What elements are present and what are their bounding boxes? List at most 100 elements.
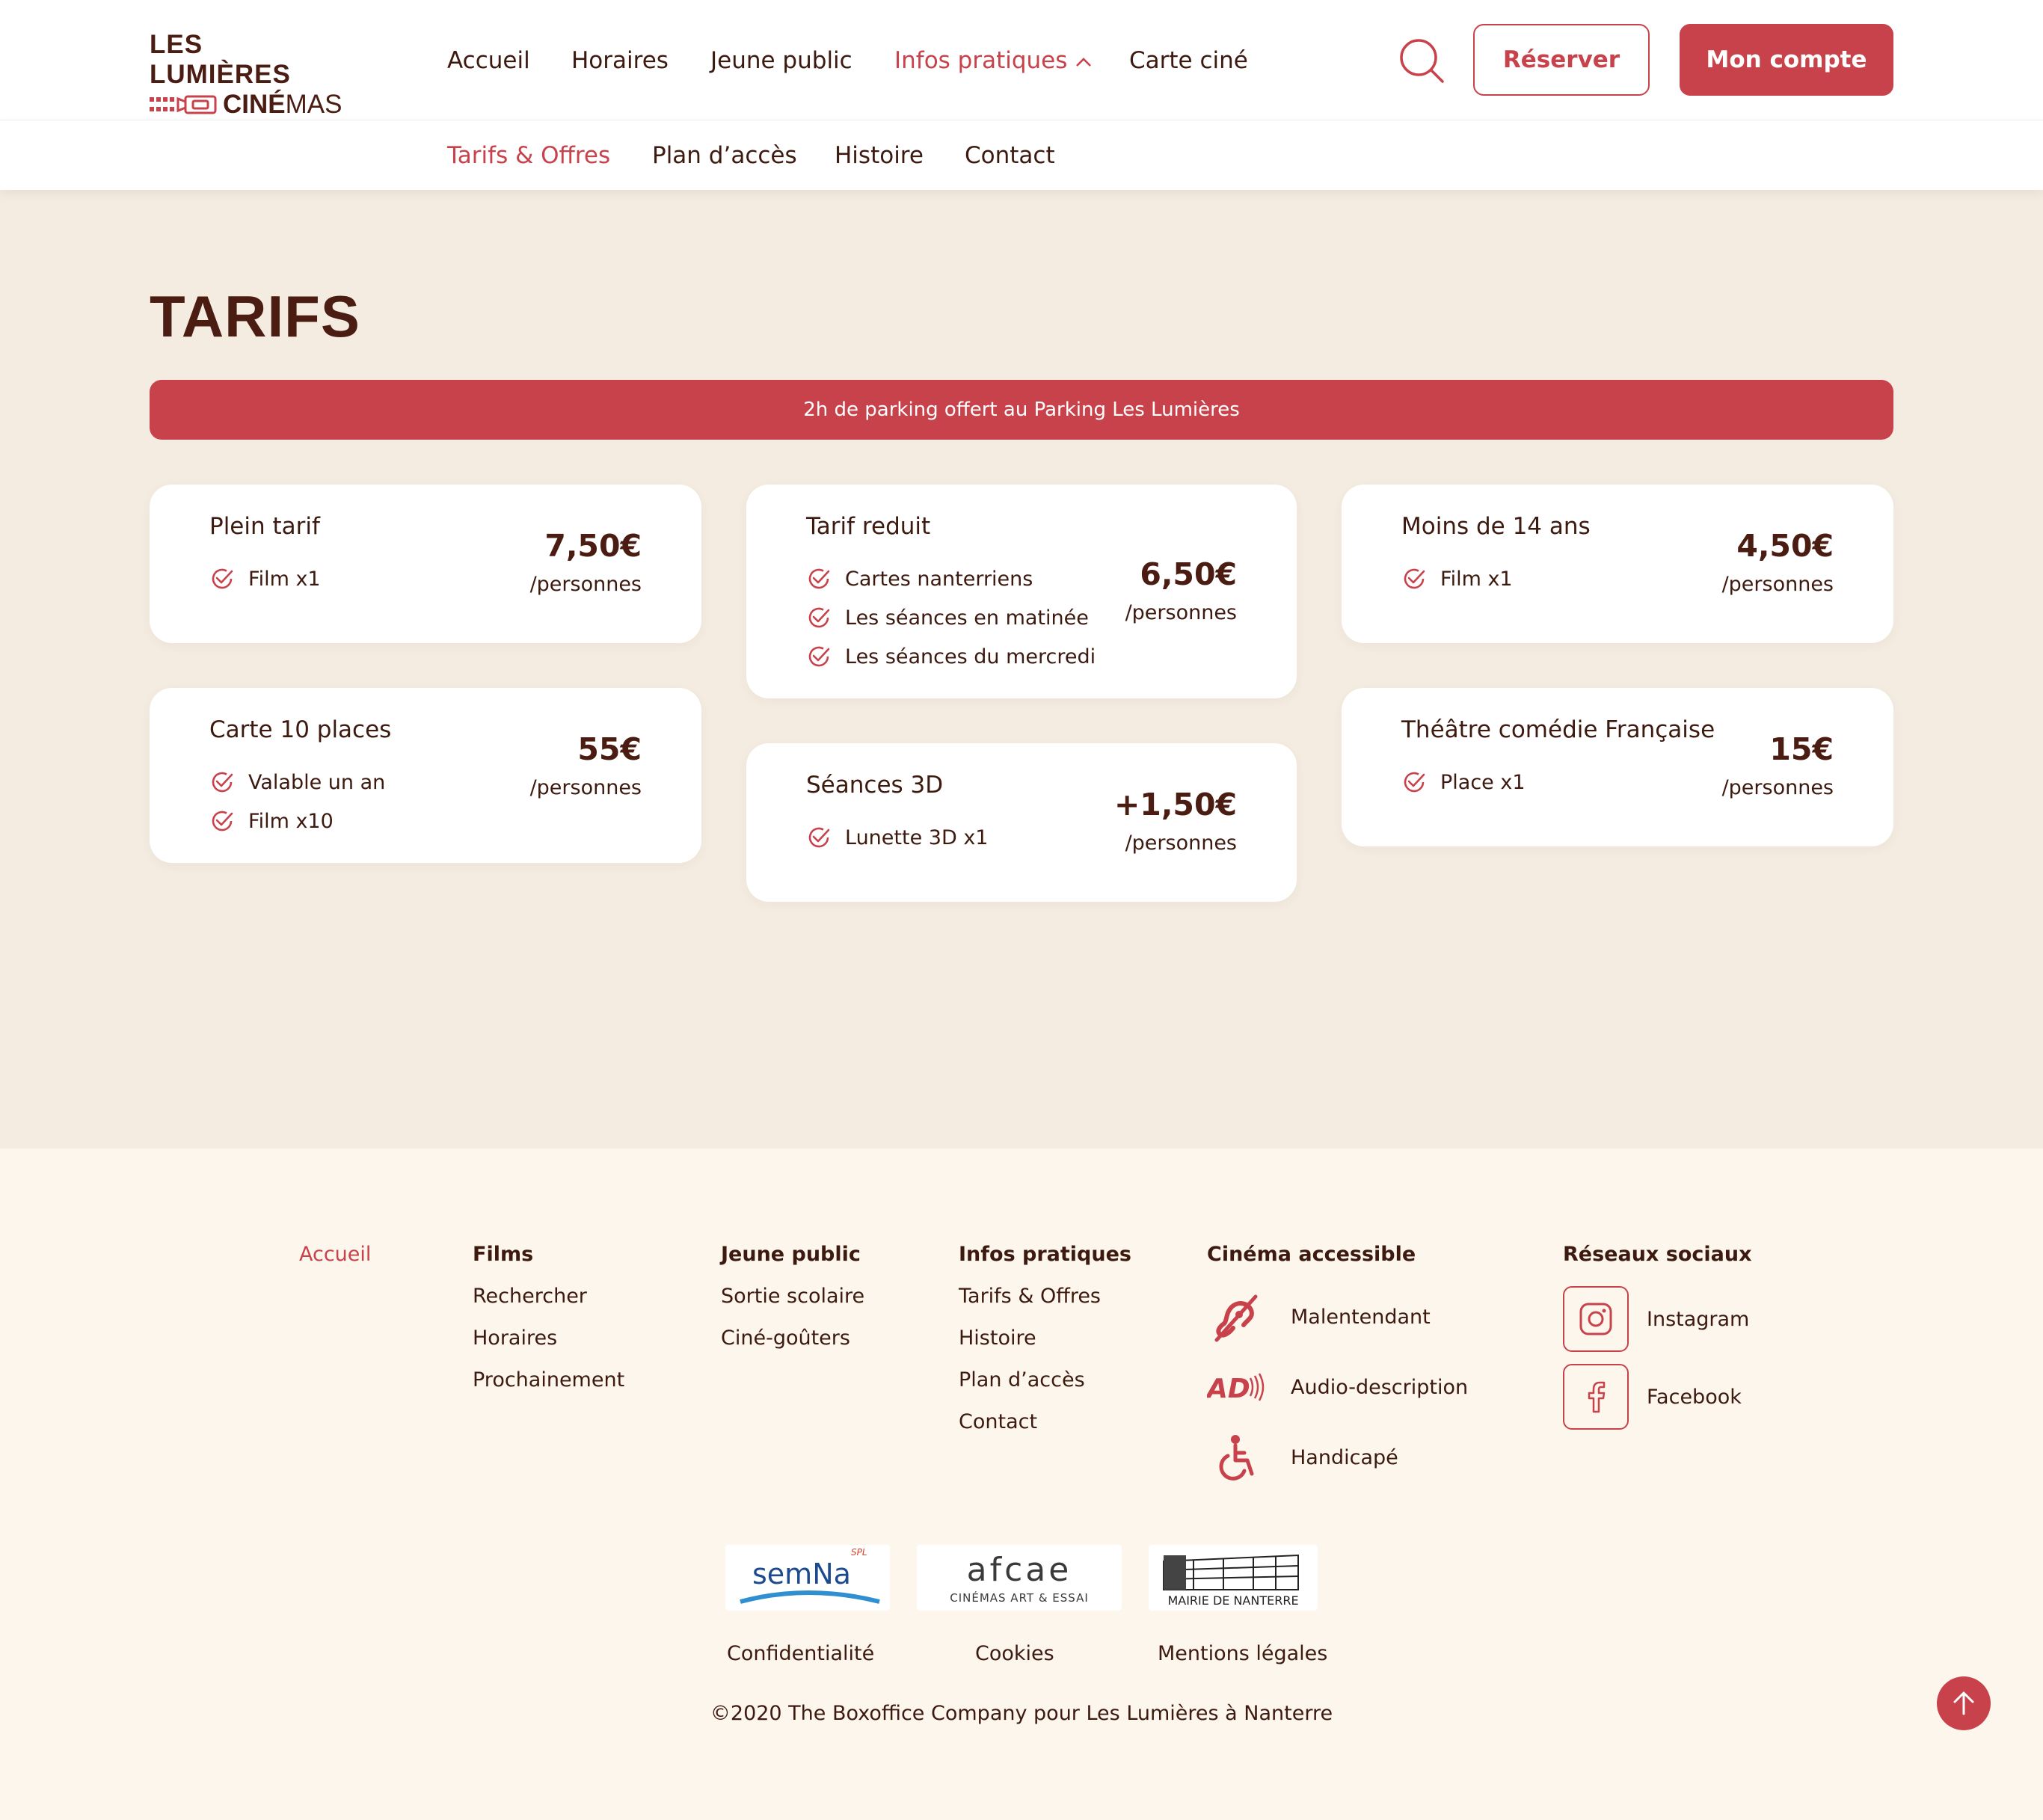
accessible-audio-description: AD Audio-description	[1207, 1361, 1468, 1413]
sub-nav: Tarifs & Offres Plan d’accès Histoire Co…	[0, 120, 2043, 190]
subnav-contact[interactable]: Contact	[965, 137, 1055, 174]
card-price-unit: /personnes	[529, 776, 642, 799]
footer-link-prochainement[interactable]: Prochainement	[473, 1359, 624, 1401]
footer-link-tarifs[interactable]: Tarifs & Offres	[959, 1276, 1131, 1318]
partner-logo-mairie-nanterre[interactable]: MAIRIE DE NANTERRE	[1149, 1545, 1318, 1611]
footer-link-mentions-legales[interactable]: Mentions légales	[1158, 1642, 1327, 1665]
nav-infos-pratiques[interactable]: Infos pratiques	[894, 42, 1093, 79]
card-feature: Film x1	[209, 564, 321, 594]
card-title: Tarif reduit	[806, 513, 931, 540]
footer-link-confidentialite[interactable]: Confidentialité	[727, 1642, 874, 1665]
card-title: Plein tarif	[209, 513, 320, 540]
card-feature: Les séances en matinée	[806, 603, 1089, 633]
social-instagram-link[interactable]: Instagram	[1563, 1286, 1749, 1352]
back-to-top-button[interactable]	[1937, 1676, 1991, 1730]
film-reel-icon	[150, 95, 217, 114]
social-facebook-link[interactable]: Facebook	[1563, 1364, 1742, 1430]
accessible-handicape-label: Handicapé	[1291, 1445, 1398, 1469]
subnav-plan-acces[interactable]: Plan d’accès	[652, 137, 797, 174]
social-instagram-label: Instagram	[1647, 1307, 1750, 1331]
price-card-carte-10-places: Carte 10 places Valable un an Film x10 5…	[150, 688, 701, 863]
svg-text:AD: AD	[1207, 1374, 1250, 1402]
partner-logo-afcae[interactable]: afcae CINÉMAS ART & ESSAI	[917, 1545, 1122, 1611]
facebook-icon	[1588, 1381, 1606, 1413]
logo-mas: MAS	[285, 90, 342, 119]
subnav-tarifs-offres[interactable]: Tarifs & Offres	[447, 137, 610, 174]
footer-col-accueil: Accueil	[299, 1240, 371, 1270]
footer-col-jeune-public: Jeune public Sortie scolaire Ciné-goûter…	[721, 1240, 864, 1359]
site-logo[interactable]: LES LUMIÈRES CINÉ MAS	[150, 30, 351, 119]
accessible-handicape: Handicapé	[1207, 1431, 1398, 1484]
check-circle-icon	[808, 646, 830, 667]
parking-banner: 2h de parking offert au Parking Les Lumi…	[150, 380, 1893, 440]
footer-heading-films: Films	[473, 1243, 534, 1266]
card-title: Moins de 14 ans	[1401, 513, 1591, 540]
card-price: 4,50€	[1736, 528, 1834, 564]
svg-text:CINÉMAS ART & ESSAI: CINÉMAS ART & ESSAI	[950, 1590, 1089, 1605]
price-card-theatre: Théâtre comédie Française Place x1 15€ /…	[1342, 688, 1893, 846]
mon-compte-button[interactable]: Mon compte	[1680, 24, 1893, 96]
nav-accueil[interactable]: Accueil	[447, 42, 530, 79]
price-card-moins-14-ans: Moins de 14 ans Film x1 4,50€ /personnes	[1342, 485, 1893, 643]
footer-link-histoire[interactable]: Histoire	[959, 1318, 1131, 1359]
footer-col-social: Réseaux sociaux	[1563, 1240, 1751, 1270]
footer-heading-infos: Infos pratiques	[959, 1243, 1131, 1266]
afcae-logo: afcae CINÉMAS ART & ESSAI	[950, 1551, 1089, 1605]
footer-link-horaires[interactable]: Horaires	[473, 1318, 624, 1359]
logo-line1: LES LUMIÈRES	[150, 30, 291, 89]
card-price-unit: /personnes	[1721, 573, 1834, 596]
footer-link-contact[interactable]: Contact	[959, 1401, 1131, 1443]
instagram-icon	[1579, 1303, 1612, 1335]
footer-link-cookies[interactable]: Cookies	[975, 1642, 1054, 1665]
price-card-seances-3d: Séances 3D Lunette 3D x1 +1,50€ /personn…	[746, 743, 1297, 902]
nav-horaires[interactable]: Horaires	[571, 42, 669, 79]
footer-link-plan-acces[interactable]: Plan d’accès	[959, 1359, 1131, 1401]
footer-link-rechercher[interactable]: Rechercher	[473, 1276, 624, 1318]
subnav-histoire[interactable]: Histoire	[835, 137, 924, 174]
card-price-unit: /personnes	[529, 573, 642, 596]
search-icon[interactable]	[1398, 37, 1445, 84]
price-card-tarif-reduit: Tarif reduit Cartes nanterriens Les séan…	[746, 485, 1297, 698]
accessible-malentendant: Malentendant	[1207, 1291, 1431, 1343]
check-circle-icon	[212, 568, 233, 589]
check-circle-icon	[808, 568, 830, 589]
hearing-impaired-icon	[1214, 1294, 1258, 1342]
card-feature: Lunette 3D x1	[806, 823, 988, 852]
reserver-button[interactable]: Réserver	[1473, 24, 1650, 96]
card-price-unit: /personnes	[1125, 831, 1237, 855]
card-feature: Cartes nanterriens	[806, 564, 1033, 594]
card-title: Séances 3D	[806, 772, 944, 799]
footer-col-infos: Infos pratiques Tarifs & Offres Histoire…	[959, 1240, 1131, 1443]
footer-link-sortie-scolaire[interactable]: Sortie scolaire	[721, 1276, 864, 1318]
check-circle-icon	[808, 827, 830, 848]
card-feature: Film x1	[1401, 564, 1513, 594]
card-price: 6,50€	[1140, 556, 1237, 592]
card-price: 55€	[577, 731, 642, 767]
footer-link-cine-gouters[interactable]: Ciné-goûters	[721, 1318, 864, 1359]
card-feature: Place x1	[1401, 767, 1526, 797]
nav-jeune-public[interactable]: Jeune public	[710, 42, 852, 79]
semna-logo: semNa SPL	[740, 1547, 880, 1604]
partner-logo-semna[interactable]: semNa SPL	[725, 1545, 890, 1611]
footer-col-films: Films Rechercher Horaires Prochainement	[473, 1240, 624, 1401]
card-title: Carte 10 places	[209, 716, 392, 743]
accessible-malentendant-label: Malentendant	[1291, 1305, 1431, 1329]
check-circle-icon	[1404, 772, 1425, 793]
check-circle-icon	[1404, 568, 1425, 589]
nav-infos-pratiques-label: Infos pratiques	[894, 47, 1068, 74]
card-feature: Les séances du mercredi	[806, 642, 1096, 671]
check-circle-icon	[808, 607, 830, 628]
wheelchair-icon	[1219, 1435, 1254, 1481]
svg-text:MAIRIE DE NANTERRE: MAIRIE DE NANTERRE	[1167, 1593, 1298, 1608]
footer-link-accueil[interactable]: Accueil	[299, 1240, 371, 1270]
price-card-plein-tarif: Plein tarif Film x1 7,50€ /personnes	[150, 485, 701, 643]
card-price-unit: /personnes	[1721, 776, 1834, 799]
logo-cine: CINÉ	[223, 90, 286, 119]
copyright: ©2020 The Boxoffice Company pour Les Lum…	[710, 1702, 1333, 1725]
nav-carte-cine[interactable]: Carte ciné	[1129, 42, 1248, 79]
card-price: 15€	[1769, 731, 1834, 767]
footer-heading-social: Réseaux sociaux	[1563, 1243, 1752, 1266]
audio-description-icon: AD	[1207, 1373, 1265, 1402]
svg-text:afcae: afcae	[967, 1551, 1072, 1589]
card-price: 7,50€	[544, 528, 642, 564]
